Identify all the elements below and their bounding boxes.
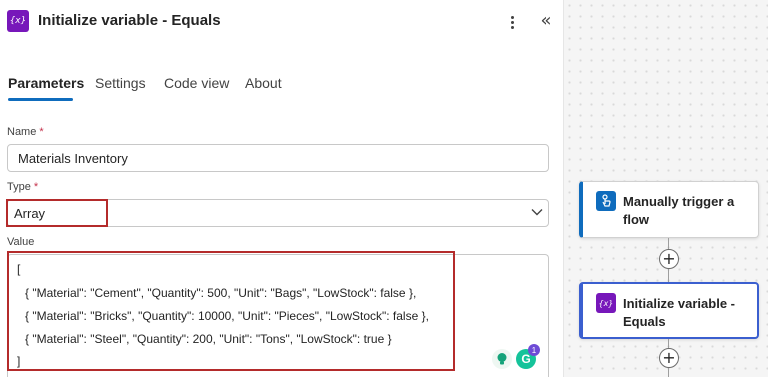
hand-touch-icon xyxy=(596,191,616,211)
variable-icon: {x} xyxy=(7,10,29,32)
required-mark: * xyxy=(33,181,39,193)
more-options-button[interactable] xyxy=(503,10,521,34)
flow-canvas[interactable]: Manually trigger a flow + {x} Initialize… xyxy=(564,0,768,377)
chevron-down-icon[interactable] xyxy=(530,205,544,219)
connector-line xyxy=(668,368,669,377)
variable-icon: {x} xyxy=(596,293,616,313)
tab-bar: Parameters Settings Code view About xyxy=(0,70,563,104)
active-tab-indicator xyxy=(8,98,73,101)
card-title: Initialize variable - Equals xyxy=(623,296,735,329)
more-dot-icon xyxy=(510,25,514,29)
card-title: Manually trigger a flow xyxy=(623,194,735,227)
name-input[interactable]: Materials Inventory xyxy=(7,144,549,172)
notification-badge: 1 xyxy=(528,344,540,356)
tab-settings[interactable]: Settings xyxy=(95,75,146,91)
code-line: [ xyxy=(17,262,21,276)
action-details-panel: {x} Initialize variable - Equals « Param… xyxy=(0,0,563,377)
initialize-variable-card[interactable]: {x} Initialize variable - Equals xyxy=(579,282,759,339)
name-label-text: Name xyxy=(7,126,37,138)
tab-parameters[interactable]: Parameters xyxy=(8,75,84,91)
add-step-button[interactable]: + xyxy=(659,249,679,269)
type-dropdown-value: Array xyxy=(14,206,46,221)
lightbulb-icon[interactable] xyxy=(492,349,512,369)
more-dot-icon xyxy=(510,20,514,24)
type-label-text: Type xyxy=(7,181,31,193)
tab-about[interactable]: About xyxy=(245,75,282,91)
more-dot-icon xyxy=(510,15,514,19)
code-line: { "Material": "Steel", "Quantity": 200, … xyxy=(25,332,392,346)
required-mark: * xyxy=(39,126,44,138)
collapse-panel-button[interactable]: « xyxy=(536,8,556,34)
panel-header: {x} Initialize variable - Equals « xyxy=(0,0,563,44)
name-input-value: Materials Inventory xyxy=(18,151,128,166)
value-label: Value xyxy=(7,236,35,248)
connector-line xyxy=(668,269,669,282)
tab-code-view[interactable]: Code view xyxy=(164,75,229,91)
code-line: { "Material": "Bricks", "Quantity": 1000… xyxy=(25,309,429,323)
name-label: Name * xyxy=(7,126,44,138)
code-line: ] xyxy=(17,354,21,368)
trigger-card[interactable]: Manually trigger a flow xyxy=(579,181,759,238)
code-line: { "Material": "Cement", "Quantity": 500,… xyxy=(25,286,417,300)
panel-title: Initialize variable - Equals xyxy=(38,12,221,29)
type-label: Type * xyxy=(7,181,38,193)
add-step-button[interactable]: + xyxy=(659,348,679,368)
